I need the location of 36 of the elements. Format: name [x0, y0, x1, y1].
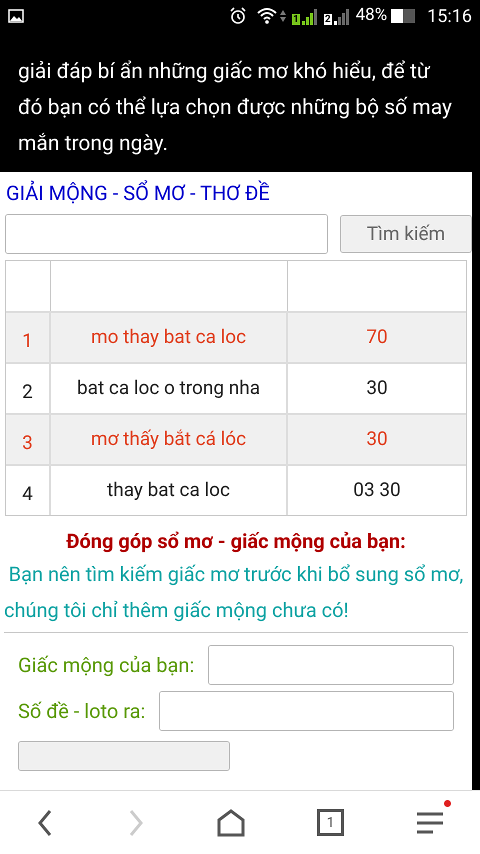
data-arrows-icon: [280, 8, 286, 24]
row-number: 4: [22, 481, 33, 508]
row-number: 1: [22, 328, 33, 354]
battery-icon: [391, 9, 416, 23]
sim-number: 2: [324, 14, 332, 25]
dream-text: mo thay bat ca loc: [90, 324, 246, 350]
dream-text: thay bat ca loc: [107, 477, 230, 504]
contribute-heading: Đóng góp sổ mơ - giấc mộng của bạn:: [65, 528, 407, 555]
lucky-numbers: 30: [366, 375, 388, 402]
input-field[interactable]: [159, 691, 454, 731]
lucky-numbers: 30: [366, 426, 388, 452]
submit-button[interactable]: [18, 741, 230, 771]
row-number: 3: [22, 430, 33, 456]
search-field[interactable]: [5, 214, 328, 254]
contribute-note: Bạn nên tìm kiếm giấc mơ trước khi bổ sung sổ mơ, chúng tôi chỉ thêm giấc mộng chưa có!: [3, 561, 464, 624]
lucky-numbers: 70: [366, 324, 388, 350]
tabs-button[interactable]: 1: [317, 809, 344, 836]
row-number: 2: [22, 379, 33, 406]
dream-text: mơ thấy bắt cá lóc: [90, 426, 246, 452]
lucky-numbers: 03 30: [353, 477, 401, 504]
search-button[interactable]: Tìm kiếm: [340, 215, 472, 253]
page-title: GIẢI MỘNG - SỔ MƠ - THƠ ĐỀ: [5, 179, 271, 207]
picture-icon: [8, 9, 24, 23]
wifi-icon: [256, 7, 278, 25]
signal-icon: [334, 7, 350, 25]
field-label: Số đề - loto ra:: [18, 698, 146, 725]
battery-percent: 48%: [356, 4, 388, 28]
alarm-clock-icon: [228, 6, 248, 26]
field-label: Giấc mộng của bạn:: [18, 652, 194, 679]
dream-text: bat ca loc o trong nha: [76, 375, 260, 402]
sim-number: 1: [292, 14, 300, 25]
signal-icon: [302, 7, 318, 25]
home-button[interactable]: [216, 808, 246, 838]
clock: 15:16: [427, 4, 472, 28]
input-field[interactable]: [208, 645, 454, 685]
intro-text: giải đáp bí ẩn những giấc mơ khó hiểu, để từ đó bạn có thể lựa chọn được những bộ số may mắn trong ngày.: [18, 59, 453, 158]
